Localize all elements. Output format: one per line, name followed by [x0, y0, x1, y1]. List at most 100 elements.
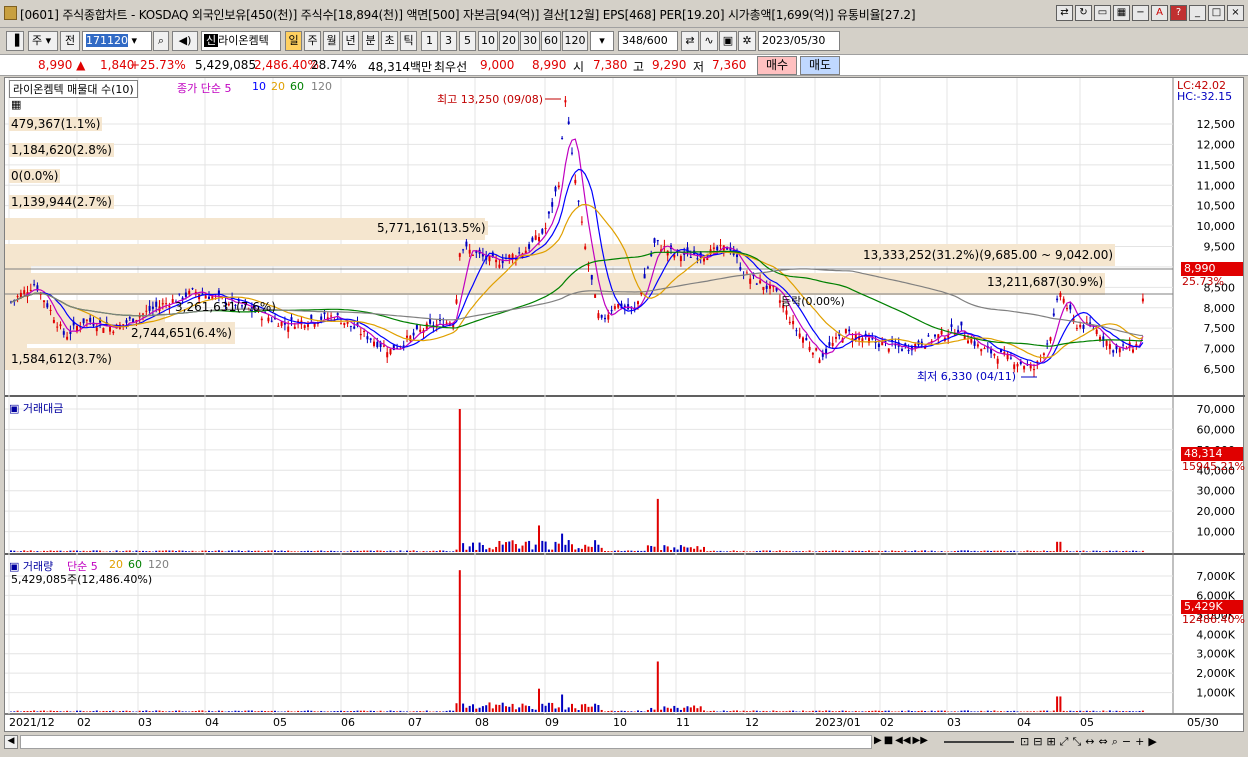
ma20-label[interactable]: 20 — [271, 80, 285, 93]
tab-tick[interactable]: 틱 — [400, 31, 417, 51]
tab-day[interactable]: 일 — [285, 31, 302, 51]
volume-bar — [1118, 711, 1121, 712]
compress-icon[interactable]: ⇔ — [1099, 735, 1112, 748]
interval-60[interactable]: 60 — [541, 31, 561, 51]
amount-bar — [653, 546, 656, 552]
ma10-label[interactable]: 10 — [252, 80, 266, 93]
volume-bar — [782, 711, 785, 712]
volume-bar — [788, 710, 791, 712]
stretch-icon[interactable]: ↔ — [1085, 735, 1098, 748]
amount-bar — [927, 551, 930, 552]
date-input[interactable]: 2023/05/30 ▦ — [758, 31, 840, 65]
zoom-icon[interactable]: ⇄ — [681, 31, 699, 51]
maximize-button[interactable]: □ — [1208, 5, 1225, 21]
scroll-left-icon[interactable]: ◀ — [4, 735, 18, 749]
minus-icon[interactable]: − — [1132, 5, 1149, 21]
amount-bar — [788, 551, 791, 552]
interval-30[interactable]: 30 — [520, 31, 540, 51]
grid-toggle-icon[interactable]: ▦ — [11, 98, 21, 111]
play-icon[interactable]: ▶ — [874, 735, 882, 749]
stock-code-input[interactable]: 171120 ▾ — [82, 31, 152, 51]
count-input[interactable]: 348/600 — [618, 31, 678, 51]
amount-bar — [406, 550, 408, 552]
speaker-icon[interactable]: ◀) — [172, 31, 198, 51]
interval-1[interactable]: 1 — [421, 31, 438, 51]
interval-120[interactable]: 120 — [562, 31, 588, 51]
interval-3[interactable]: 3 — [440, 31, 457, 51]
interval-10[interactable]: 10 — [478, 31, 498, 51]
amount-bar — [679, 545, 682, 552]
zoom-controls[interactable]: ⊡⊟⊞⤢⤡↔⇔⌕−+▶ — [1020, 735, 1244, 749]
ma60-label[interactable]: 60 — [290, 80, 304, 93]
chart-area[interactable]: 12,500 12,000 11,500 11,000 10,500 10,000 9,50… — [4, 77, 1245, 715]
scroll-track[interactable] — [20, 735, 872, 749]
sell-button[interactable]: 매도 — [800, 56, 840, 75]
playback-controls[interactable]: ▶ ■ ◀◀ ▶▶ — [874, 735, 940, 749]
line-icon[interactable]: ∿ — [700, 31, 718, 51]
price-legend-name[interactable]: 라이온켐텍 매물대 수(10) — [9, 80, 138, 98]
tab-minute[interactable]: 분 — [362, 31, 379, 51]
amount-bar — [514, 544, 517, 552]
help-button[interactable]: ? — [1170, 5, 1187, 21]
minimize-button[interactable]: _ — [1189, 5, 1206, 21]
prev-button[interactable]: 전 — [60, 31, 80, 51]
volume-bar — [858, 711, 861, 712]
volume-bar — [402, 711, 405, 712]
amount-bar — [184, 551, 187, 552]
x-tick-label: 2023/01 — [815, 716, 861, 729]
amount-bar — [818, 551, 821, 552]
magnifier-icon[interactable]: ⌕ — [1112, 735, 1122, 748]
rewind-icon[interactable]: ◀◀ — [895, 735, 910, 749]
volume-bar — [244, 710, 247, 712]
amount-bar — [79, 551, 82, 552]
candle-body — [600, 315, 603, 318]
buy-button[interactable]: 매수 — [757, 56, 797, 75]
gear-icon[interactable]: ✲ — [738, 31, 756, 51]
chart-settings-icon[interactable]: ▐ — [6, 31, 24, 51]
volume-bar — [1122, 711, 1125, 712]
amount-bar — [1046, 551, 1049, 552]
ma120-label[interactable]: 120 — [311, 80, 332, 93]
shrink-icon[interactable]: ⤡ — [1072, 735, 1085, 748]
split-icon[interactable]: ⊟ — [1033, 735, 1046, 748]
fit-icon[interactable]: ⊡ — [1020, 735, 1033, 748]
expand-icon[interactable]: ⤢ — [1060, 735, 1073, 748]
font-icon[interactable]: A — [1151, 5, 1168, 21]
refresh-icon[interactable]: ↻ — [1075, 5, 1092, 21]
candle-body — [561, 137, 564, 139]
grid-icon[interactable]: ⊞ — [1046, 735, 1059, 748]
period-select[interactable]: 주 ▾ — [28, 31, 58, 51]
volume-bar — [36, 711, 39, 712]
price-legend-ma[interactable]: 종가 단순 5 — [177, 80, 231, 96]
tab-second[interactable]: 초 — [381, 31, 398, 51]
tab-week[interactable]: 주 — [304, 31, 321, 51]
amount-bar — [227, 550, 230, 552]
speed-slider[interactable] — [944, 741, 1014, 743]
candle-body — [785, 310, 788, 315]
volume-bar — [145, 710, 148, 712]
chart-canvas[interactable]: 12,500 12,000 11,500 11,000 10,500 10,000 9,50… — [5, 78, 1245, 715]
disk-icon[interactable]: ▣ — [719, 31, 737, 51]
save-icon[interactable]: ▦ — [1113, 5, 1130, 21]
search-icon[interactable]: ⌕ — [153, 31, 169, 51]
amount-bar — [907, 551, 910, 552]
amount-bar — [346, 551, 349, 552]
interval-5[interactable]: 5 — [459, 31, 476, 51]
volume-bar — [1082, 711, 1085, 712]
link-icon[interactable]: ⇄ — [1056, 5, 1073, 21]
tab-month[interactable]: 월 — [323, 31, 340, 51]
interval-custom-input[interactable]: ▾ — [590, 31, 614, 51]
zoom-in-icon[interactable]: + — [1135, 735, 1148, 748]
forward-icon[interactable]: ▶▶ — [913, 735, 928, 749]
scrollbar[interactable]: ◀ ▶ ■ ◀◀ ▶▶ ⊡⊟⊞⤢⤡↔⇔⌕−+▶ — [4, 733, 1244, 751]
scroll-right-icon[interactable]: ▶ — [1148, 735, 1160, 748]
x-tick-label: 04 — [1017, 716, 1031, 729]
candle-body — [16, 296, 19, 298]
interval-20[interactable]: 20 — [499, 31, 519, 51]
window-icon[interactable]: ▭ — [1094, 5, 1111, 21]
stop-icon[interactable]: ■ — [884, 735, 893, 749]
zoom-out-icon[interactable]: − — [1122, 735, 1135, 748]
tab-year[interactable]: 년 — [342, 31, 359, 51]
volume-bar — [930, 710, 933, 712]
close-button[interactable]: × — [1227, 5, 1244, 21]
